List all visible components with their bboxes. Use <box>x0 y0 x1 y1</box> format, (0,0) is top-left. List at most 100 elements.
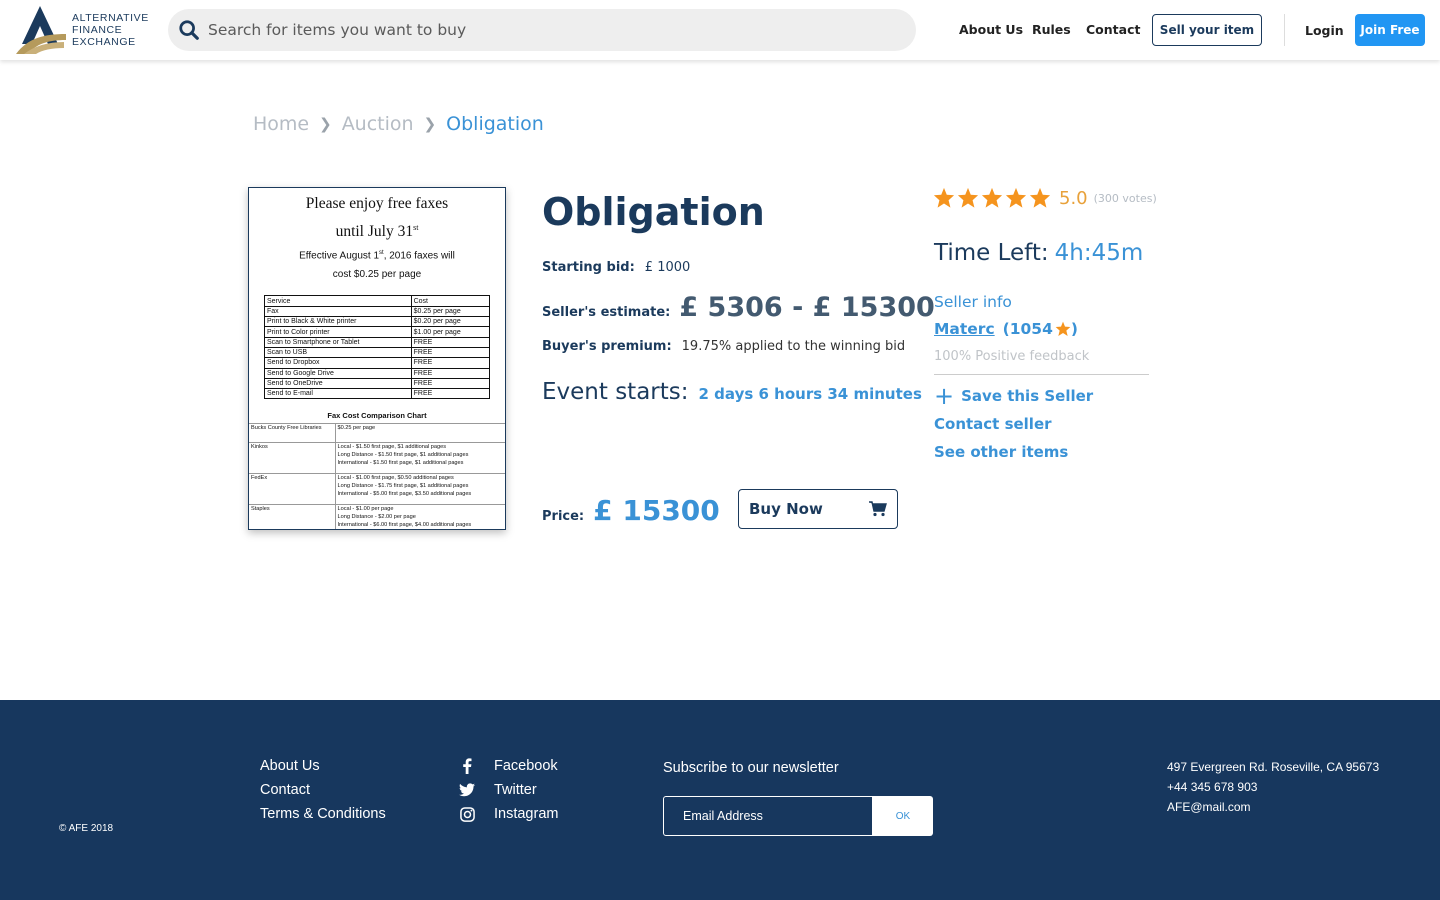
logo-line-2: FINANCE <box>72 24 123 36</box>
estimate-row: Seller's estimate: £ 5306 - £ 15300 <box>542 292 935 323</box>
instagram-icon <box>458 805 476 823</box>
time-left-value: 4h:45m <box>1054 240 1144 266</box>
comparison-chart-title: Fax Cost Comparison Chart <box>327 411 427 421</box>
seller-name-link[interactable]: Materc <box>934 320 995 338</box>
comparison-line: Local - $1.50 first page, $1 additional … <box>337 444 447 451</box>
table-cell: $0.20 per page <box>410 316 491 328</box>
table-cell: Kinkos <box>249 442 336 474</box>
table-row: Send to E-mail FREE <box>264 388 491 400</box>
site-logo[interactable]: ALTERNATIVE FINANCE EXCHANGE <box>14 4 149 56</box>
footer-contact-link[interactable]: Contact <box>260 782 310 798</box>
footer-terms-link[interactable]: Terms & Conditions <box>260 806 386 822</box>
doc-subheading: Effective August 1st, 2016 faxes will co… <box>249 244 505 284</box>
seller-count: (1054 <box>1002 320 1053 338</box>
table-row: Send to Google Drive FREE <box>264 367 491 379</box>
table-row: Fax $0.25 per page <box>264 305 491 318</box>
table-cell: FREE <box>410 377 491 390</box>
join-free-button[interactable]: Join Free <box>1355 14 1425 46</box>
comparison-line: Long Distance - $1.50 first page, $1 add… <box>337 452 469 459</box>
search-bar <box>168 9 916 51</box>
newsletter-ok-button[interactable]: OK <box>873 796 933 836</box>
starting-bid-value: £ 1000 <box>644 260 691 275</box>
table-cell: Scan to Smartphone or Tablet <box>264 336 412 348</box>
footer: © AFE 2018 About Us Contact Terms & Cond… <box>0 700 1440 900</box>
table-header: Service <box>264 295 412 307</box>
footer-email[interactable]: AFE@mail.com <box>1167 800 1251 814</box>
star-icon <box>1055 321 1071 336</box>
event-label: Event starts: <box>542 379 689 405</box>
starting-bid-row: Starting bid: £ 1000 <box>542 260 690 275</box>
table-cell: $1.00 per page <box>410 326 491 338</box>
save-seller-label: Save this Seller <box>961 387 1094 405</box>
copyright: © AFE 2018 <box>59 823 114 834</box>
logo-line-3: EXCHANGE <box>72 36 136 48</box>
doc-heading-line-2: until July 31st <box>249 216 505 244</box>
seller-line: Materc (1054 ) <box>934 320 1078 338</box>
logo-line-1: ALTERNATIVE <box>72 12 149 24</box>
table-cell: Scan to USB <box>264 346 412 359</box>
buy-now-label: Buy Now <box>749 500 823 518</box>
breadcrumb-current: Obligation <box>446 113 544 135</box>
instagram-label: Instagram <box>494 806 559 822</box>
table-cell: $0.25 per page <box>335 423 505 443</box>
price-label: Price: <box>542 509 585 524</box>
table-cell: Staples <box>249 504 336 529</box>
nav-contact[interactable]: Contact <box>1086 22 1140 37</box>
nav-rules[interactable]: Rules <box>1032 22 1071 37</box>
chevron-right-icon: ❯ <box>423 115 437 133</box>
premium-value: 19.75% applied to the winning bid <box>681 339 906 354</box>
newsletter-email-input[interactable] <box>663 796 873 836</box>
facebook-icon <box>458 757 476 775</box>
table-row: Print to Color printer $1.00 per page <box>264 326 491 338</box>
product-image[interactable]: Please enjoy free faxes until July 31st … <box>248 187 506 530</box>
comparison-line: Local - $1.00 per page <box>337 506 394 513</box>
table-cell: Send to E-mail <box>264 388 412 400</box>
table-cell: FedEx <box>249 473 336 505</box>
event-countdown: 2 days 6 hours 34 minutes <box>698 385 922 403</box>
table-cell: Send to OneDrive <box>264 377 412 390</box>
positive-feedback: 100% Positive feedback <box>934 349 1090 364</box>
starting-bid-label: Starting bid: <box>542 260 635 275</box>
search-icon[interactable] <box>178 19 200 41</box>
breadcrumb-auction[interactable]: Auction <box>342 113 414 135</box>
doc-heading-line-2-text: until July 31 <box>335 223 414 241</box>
table-cell: Print to Color printer <box>264 326 412 338</box>
table-cell: FREE <box>410 367 491 379</box>
twitter-link[interactable]: Twitter <box>458 781 537 799</box>
cart-icon <box>869 501 887 517</box>
doc-sub-b: , 2016 faxes will <box>383 250 455 262</box>
twitter-label: Twitter <box>494 782 537 798</box>
nav-about-us[interactable]: About Us <box>959 22 1023 37</box>
table-cell: Local - $1.50 first page, $1 additional … <box>335 442 505 474</box>
table-cell: FREE <box>410 336 491 348</box>
search-input[interactable] <box>208 21 888 39</box>
table-header-row: Service Cost <box>264 295 491 307</box>
star-icon <box>981 187 1003 208</box>
price-value: £ 15300 <box>593 494 720 527</box>
table-row: Print to Black & White printer $0.20 per … <box>264 316 491 328</box>
facebook-link[interactable]: Facebook <box>458 757 558 775</box>
premium-label: Buyer's premium: <box>542 339 672 354</box>
see-other-items-link[interactable]: See other items <box>934 443 1068 461</box>
footer-about-us-link[interactable]: About Us <box>260 758 320 774</box>
table-cell: Bucks County Free Libraries <box>249 423 336 443</box>
divider <box>934 374 1149 375</box>
sell-your-item-button[interactable]: Sell your item <box>1152 14 1262 46</box>
save-seller-link[interactable]: + Save this Seller <box>934 384 1094 408</box>
time-left: Time Left: 4h:45m <box>934 240 1143 266</box>
footer-address: 497 Evergreen Rd. Roseville, CA 95673 <box>1167 760 1380 774</box>
instagram-link[interactable]: Instagram <box>458 805 558 823</box>
votes-count: (300 votes) <box>1093 191 1157 205</box>
table-cell: Local - $1.00 first page, $0.50 addition… <box>335 473 505 505</box>
breadcrumb-home[interactable]: Home <box>253 113 309 135</box>
price-row: Price: £ 15300 <box>542 494 720 527</box>
doc-heading: Please enjoy free faxes until July 31st <box>249 192 505 244</box>
login-link[interactable]: Login <box>1305 23 1344 38</box>
rating-value: 5.0 <box>1059 187 1088 209</box>
buy-now-button[interactable]: Buy Now <box>738 489 898 529</box>
event-row: Event starts: 2 days 6 hours 34 minutes <box>542 379 922 405</box>
doc-heading-sup: st <box>413 223 419 232</box>
chevron-right-icon: ❯ <box>319 115 332 133</box>
contact-seller-link[interactable]: Contact seller <box>934 415 1052 433</box>
newsletter-title: Subscribe to our newsletter <box>663 760 839 776</box>
